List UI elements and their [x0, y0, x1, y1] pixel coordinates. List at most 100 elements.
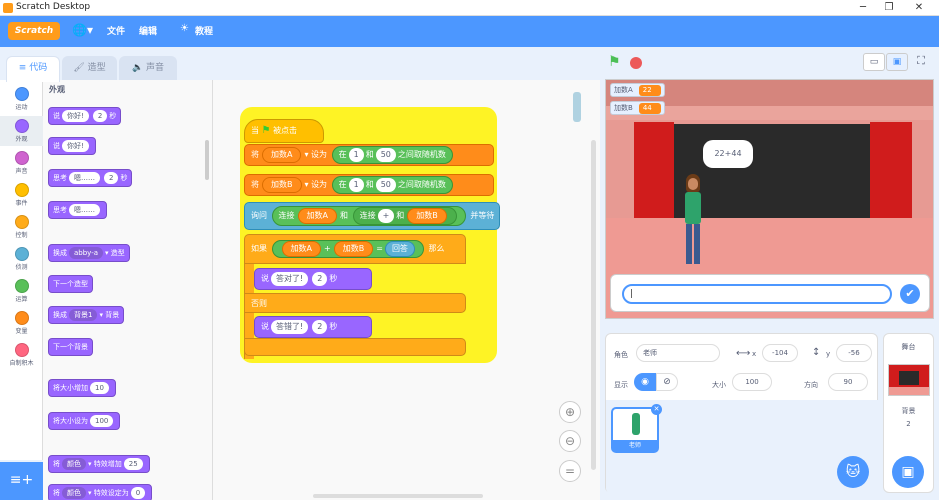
block-switch-backdrop[interactable]: 换成 背景1 ▾ 背景 [48, 306, 125, 324]
answer-input[interactable]: | [622, 284, 892, 304]
block-if-else[interactable]: 如果 加数A + 加数B = 回答 那么 [244, 234, 466, 264]
zoom-in-icon[interactable]: ⊕ [559, 401, 581, 423]
x-arrows-icon: ⟷ [736, 348, 751, 359]
stop-icon[interactable] [630, 57, 642, 69]
show-label: 显示 [614, 381, 628, 389]
sprite-name-input[interactable]: 老师 [636, 344, 720, 362]
size-label: 大小 [712, 381, 726, 389]
choose-sprite-button[interactable]: 🐱 [837, 456, 869, 488]
category-label: 外观 [15, 136, 28, 143]
picture-icon: ▣ [901, 464, 915, 480]
block-set-var-b[interactable]: 将加数B ▾ 设为 在 1 和 50 之间取随机数 [244, 174, 494, 196]
stage-target-pane[interactable]: 舞台 背景 2 ▣ [883, 333, 934, 493]
fullscreen-icon[interactable]: ⛶ [912, 53, 930, 71]
normal-stage-icon[interactable]: ▣ [886, 53, 908, 71]
zoom-reset-icon[interactable]: = [559, 460, 581, 482]
script-workspace[interactable]: 当 ⚑ 被点击 将加数A ▾ 设为 在 1 和 50 之间取随机数 将加数B ▾ 设为 在1… [213, 80, 600, 500]
menu-bar: Scratch 🌐▾ 文件 编辑 ☀ 教程 [0, 16, 939, 47]
category-dot-icon [14, 151, 29, 165]
x-input[interactable]: -104 [762, 344, 798, 362]
category-item[interactable]: 自制积木 [0, 340, 43, 370]
window-title: Scratch Desktop [16, 2, 91, 12]
block-when-flag-clicked[interactable]: 当 ⚑ 被点击 [244, 119, 324, 143]
block-say-correct[interactable]: 说答对了! 2 秒 [254, 268, 372, 290]
block-say[interactable]: 说你好! [48, 137, 96, 155]
block-change-size[interactable]: 将大小增加 10 [48, 379, 116, 397]
category-label: 运动 [15, 104, 28, 111]
y-arrows-icon: ↕ [812, 347, 821, 358]
category-item[interactable]: 控制 [0, 212, 43, 242]
hide-eye-icon[interactable]: ⊘ [656, 373, 678, 391]
sprite-thumbnail[interactable]: 老师 ✕ [611, 404, 662, 453]
tab-costumes[interactable]: 🖌 造型 [62, 56, 117, 80]
monitor-var-b[interactable]: 加数B 44 [610, 101, 665, 115]
small-stage-icon[interactable]: ▭ [863, 53, 885, 71]
teacher-sprite[interactable] [682, 174, 704, 270]
block-say-for-secs[interactable]: 说你好! 2 秒 [48, 107, 122, 125]
block-change-effect[interactable]: 将颜色 ▾ 特效增加 25 [48, 455, 150, 473]
direction-input[interactable]: 90 [828, 373, 868, 391]
size-input[interactable]: 100 [732, 373, 772, 391]
workspace-horizontal-scrollbar[interactable] [313, 494, 483, 498]
category-dot-icon [14, 215, 29, 229]
menu-file[interactable]: 文件 [107, 24, 125, 37]
category-dot-icon [14, 183, 29, 197]
speech-bubble: 22+44 [703, 140, 753, 168]
category-item[interactable]: 侦测 [0, 244, 43, 274]
submit-check-icon[interactable]: ✔ [900, 284, 920, 304]
category-dot-icon [14, 87, 29, 101]
block-think[interactable]: 思考 嗯…… [48, 201, 107, 219]
sprite-list: 老师 ✕ 🐱 [606, 400, 879, 494]
if-else-bottom [244, 338, 466, 356]
monitor-var-a[interactable]: 加数A 22 [610, 83, 665, 97]
block-next-costume[interactable]: 下一个造型 [48, 275, 93, 293]
category-dot-icon [14, 311, 29, 325]
add-extension-button[interactable]: ≡+ [0, 462, 43, 500]
block-set-size[interactable]: 将大小设为 100 [48, 412, 121, 430]
menu-edit[interactable]: 编辑 [139, 24, 157, 37]
backdrops-count: 2 [906, 420, 911, 428]
category-dot-icon [14, 247, 29, 261]
block-think-for-secs[interactable]: 思考 嗯…… 2 秒 [48, 169, 133, 187]
y-input[interactable]: -56 [836, 344, 872, 362]
category-item[interactable]: 事件 [0, 180, 43, 210]
close-icon[interactable]: ✕ [912, 1, 926, 15]
sprite-name-label: 角色 [614, 351, 628, 359]
block-ask-and-wait[interactable]: 询问 连接 加数A 和 连接 + 和加数B 并等待 [244, 202, 500, 230]
ask-prompt-box: | ✔ [610, 274, 930, 312]
category-item[interactable]: 变量 [0, 308, 43, 338]
category-item[interactable]: 运算 [0, 276, 43, 306]
palette-scrollbar[interactable] [205, 140, 209, 180]
menu-tutorials[interactable]: 教程 [195, 24, 213, 37]
category-item[interactable]: 声音 [0, 148, 43, 178]
category-dot-icon [14, 279, 29, 293]
category-item[interactable]: 运动 [0, 84, 43, 114]
current-sprite-watermark [573, 92, 581, 122]
stage-thumbnail[interactable] [888, 364, 930, 396]
green-flag-icon: ⚑ [261, 125, 271, 136]
block-set-effect[interactable]: 将颜色 ▾ 特效设定为 0 [48, 484, 153, 500]
block-palette: 外观 说你好! 2 秒 说你好! 思考 嗯…… 2 秒 思考 嗯…… 换成 abby-a ▾ 造… [43, 80, 213, 500]
block-switch-costume[interactable]: 换成 abby-a ▾ 造型 [48, 244, 130, 262]
category-dot-icon [14, 119, 29, 133]
block-next-backdrop[interactable]: 下一个背景 [48, 338, 93, 356]
scratch-logo[interactable]: Scratch [8, 22, 60, 40]
app-icon [3, 3, 13, 13]
zoom-out-icon[interactable]: ⊖ [559, 430, 581, 452]
choose-backdrop-button[interactable]: ▣ [892, 456, 924, 488]
block-set-var-a[interactable]: 将加数A ▾ 设为 在 1 和 50 之间取随机数 [244, 144, 494, 166]
tab-sounds[interactable]: 🔈 声音 [119, 56, 177, 80]
tab-code[interactable]: ≡ 代码 [6, 56, 60, 82]
show-eye-icon[interactable]: ◉ [634, 373, 656, 391]
delete-sprite-icon[interactable]: ✕ [651, 404, 662, 415]
maximize-icon[interactable]: ❐ [882, 1, 896, 15]
cat-icon: 🐱 [845, 464, 861, 480]
green-flag-icon[interactable]: ⚑ [608, 54, 621, 70]
category-label: 声音 [15, 168, 28, 175]
minimize-icon[interactable]: ─ [856, 1, 870, 15]
category-item[interactable]: 外观 [0, 116, 43, 146]
workspace-vertical-scrollbar[interactable] [591, 140, 596, 470]
block-say-wrong[interactable]: 说答错了! 2 秒 [254, 316, 372, 338]
language-globe-icon[interactable]: 🌐▾ [72, 23, 93, 37]
stage-canvas[interactable]: 22+44 加数A 22 加数B 44 | ✔ [605, 79, 934, 319]
